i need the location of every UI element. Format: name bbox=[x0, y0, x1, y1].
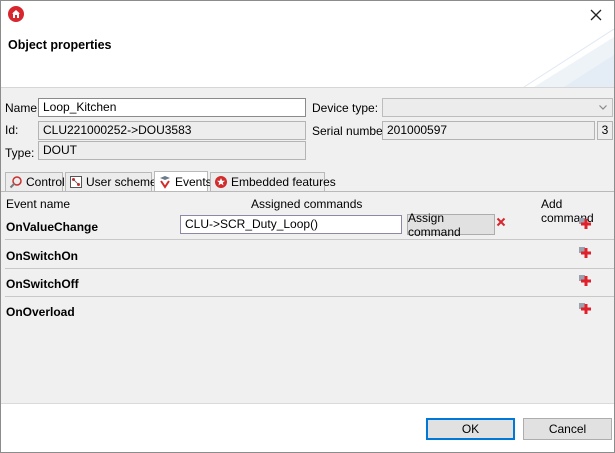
name-field[interactable]: Loop_Kitchen bbox=[38, 98, 306, 117]
serial-number-label: Serial number: bbox=[312, 124, 391, 138]
event-name: OnValueChange bbox=[6, 220, 99, 234]
device-type-select[interactable] bbox=[382, 98, 613, 117]
event-row: OnOverload bbox=[5, 297, 614, 325]
properties-body: Name: Loop_Kitchen Id: CLU221000252->DOU… bbox=[1, 88, 614, 403]
add-command-icon[interactable] bbox=[578, 273, 592, 287]
tab-control-label: Control bbox=[26, 175, 65, 189]
id-field: CLU221000252->DOU3583 bbox=[38, 121, 306, 140]
event-name: OnOverload bbox=[6, 305, 75, 319]
add-command-icon[interactable] bbox=[578, 301, 592, 315]
event-row: OnSwitchOn bbox=[5, 241, 614, 269]
event-name: OnSwitchOn bbox=[6, 249, 78, 263]
cancel-button[interactable]: Cancel bbox=[523, 418, 612, 440]
tab-embedded-features[interactable]: Embedded features bbox=[210, 172, 336, 191]
tab-events[interactable]: Events bbox=[154, 171, 212, 191]
object-properties-dialog: Object properties Name: Loop_Kitchen Id:… bbox=[0, 0, 615, 453]
serial-suffix-field: 3 bbox=[597, 121, 613, 140]
user-schemes-icon bbox=[70, 176, 82, 188]
tab-embedded-features-label: Embedded features bbox=[231, 175, 336, 189]
header-decoration bbox=[523, 29, 614, 87]
assign-command-button[interactable]: Assign command bbox=[407, 211, 495, 239]
remove-command-icon[interactable] bbox=[496, 217, 506, 227]
device-type-label: Device type: bbox=[312, 101, 379, 115]
column-event-name: Event name bbox=[6, 197, 71, 211]
tab-user-schemes-label: User schemes bbox=[86, 175, 163, 189]
app-home-icon bbox=[8, 6, 24, 22]
control-icon bbox=[9, 176, 22, 189]
add-command-icon[interactable] bbox=[578, 216, 592, 230]
event-name: OnSwitchOff bbox=[6, 277, 79, 291]
event-row: OnValueChange CLU->SCR_Duty_Loop() Assig… bbox=[5, 211, 614, 240]
assigned-command-field[interactable]: CLU->SCR_Duty_Loop() bbox=[180, 215, 402, 234]
tab-user-schemes[interactable]: User schemes bbox=[65, 172, 163, 191]
type-field: DOUT bbox=[38, 141, 306, 160]
page-title: Object properties bbox=[8, 38, 112, 52]
event-row: OnSwitchOff bbox=[5, 269, 614, 297]
tab-control[interactable]: Control bbox=[5, 172, 65, 191]
add-command-icon[interactable] bbox=[578, 245, 592, 259]
dialog-footer: OK Cancel bbox=[1, 403, 614, 452]
title-bar bbox=[1, 1, 614, 31]
ok-button[interactable]: OK bbox=[426, 418, 515, 440]
close-icon[interactable] bbox=[584, 4, 608, 26]
id-label: Id: bbox=[5, 123, 19, 137]
events-icon bbox=[160, 175, 170, 189]
dialog-header: Object properties bbox=[1, 29, 614, 87]
name-label: Name: bbox=[5, 101, 41, 115]
type-label: Type: bbox=[5, 146, 35, 160]
chevron-down-icon bbox=[599, 105, 607, 110]
column-assigned-commands: Assigned commands bbox=[251, 197, 363, 211]
embedded-features-icon bbox=[215, 176, 227, 188]
tab-events-label: Events bbox=[175, 174, 212, 189]
serial-number-field: 201000597 bbox=[382, 121, 595, 140]
events-panel: Event name Assigned commands Add command… bbox=[5, 192, 614, 402]
